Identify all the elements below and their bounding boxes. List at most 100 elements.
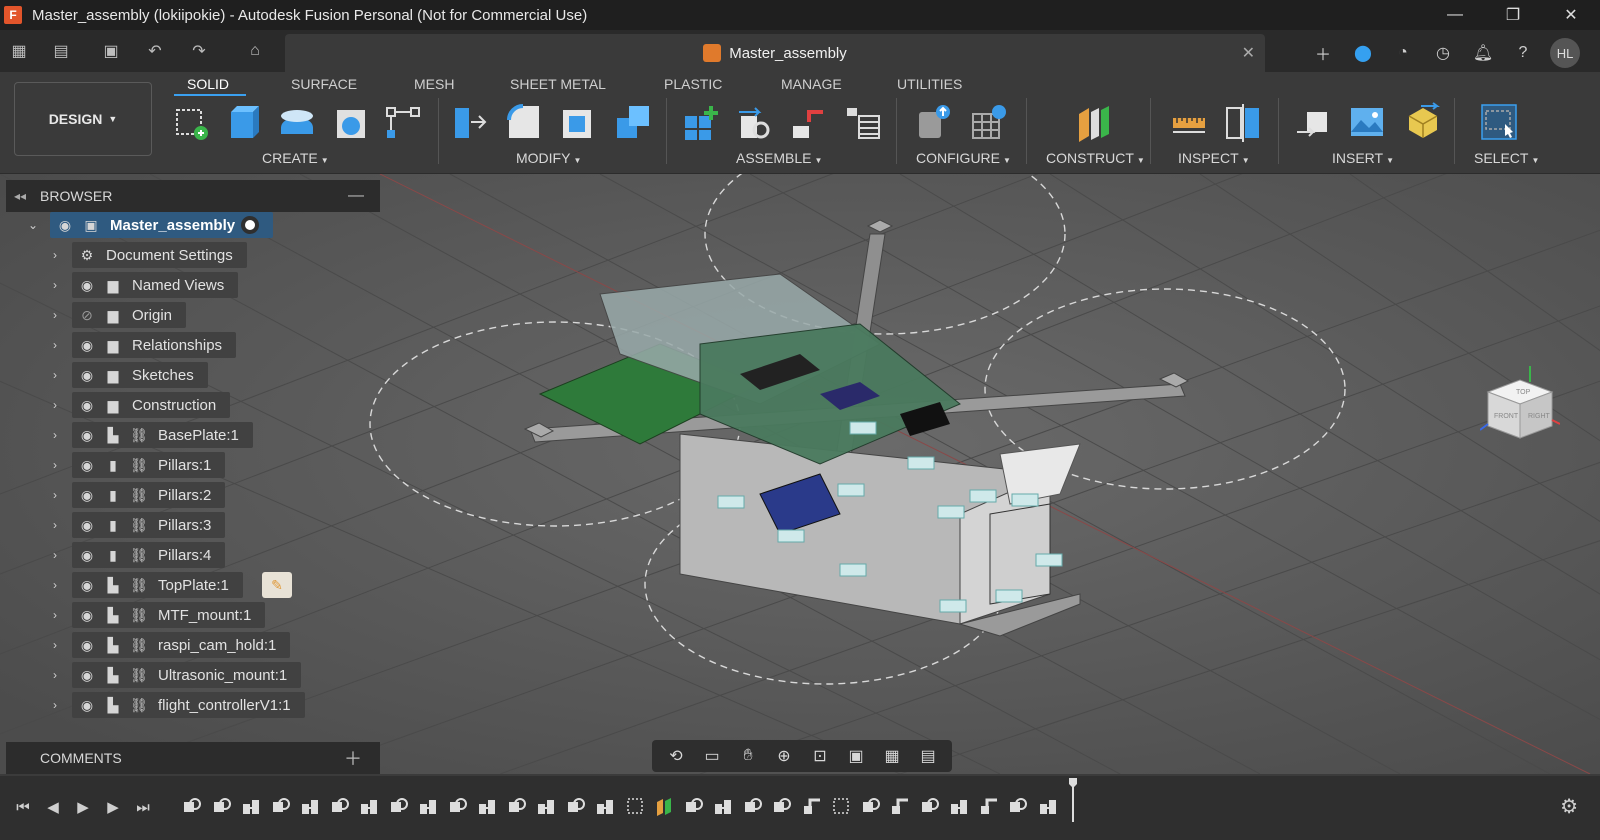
combine-tool[interactable] xyxy=(612,102,654,142)
eye-icon[interactable]: ◉ xyxy=(54,214,76,236)
timeline-feature-icon[interactable] xyxy=(239,794,263,818)
new-component-tool[interactable] xyxy=(680,102,722,142)
insert-mesh-tool[interactable] xyxy=(1402,102,1444,142)
notifications-icon[interactable]: 🔔︎ xyxy=(1470,40,1496,66)
comments-panel[interactable]: COMMENTS ＋ xyxy=(6,742,380,774)
step-forward-icon[interactable]: ▶︎ xyxy=(100,794,126,820)
timeline-feature-icon[interactable] xyxy=(446,794,470,818)
browser-item-pill[interactable]: ◉ ▆ Relationships xyxy=(72,332,237,358)
grid-settings-icon[interactable]: ▦ xyxy=(877,746,907,766)
home-icon[interactable]: ⌂ xyxy=(242,38,268,64)
configuration-table-tool[interactable] xyxy=(968,102,1010,142)
extensions-icon[interactable]: ⬤ xyxy=(1350,40,1376,66)
extrude-tool[interactable] xyxy=(222,102,264,142)
chevron-right-icon[interactable]: › xyxy=(48,398,62,412)
browser-item-pill[interactable]: ◉ ▆ Named Views xyxy=(72,272,239,298)
modify-menu[interactable]: MODIFY ▼ xyxy=(516,150,581,166)
minimize-panel-icon[interactable]: — xyxy=(348,187,364,205)
timeline-feature-icon[interactable] xyxy=(947,794,971,818)
chevron-right-icon[interactable]: › xyxy=(48,578,62,592)
document-tab[interactable]: Master_assembly ✕ xyxy=(285,34,1265,72)
insert-derive-tool[interactable] xyxy=(1292,102,1334,142)
step-back-icon[interactable]: ◀ xyxy=(40,794,66,820)
go-to-start-icon[interactable]: ⏮ xyxy=(10,794,36,820)
tab-plastic[interactable]: PLASTIC xyxy=(664,72,722,96)
eye-icon[interactable]: ◉ xyxy=(76,334,98,356)
timeline-feature-icon[interactable] xyxy=(741,794,765,818)
browser-item-pill[interactable]: ◉ ▙ ⛓︎ BasePlate:1 xyxy=(72,422,253,448)
eye-icon[interactable]: ◉ xyxy=(76,514,98,536)
timeline-feature-icon[interactable] xyxy=(180,794,204,818)
timeline-feature-icon[interactable] xyxy=(357,794,381,818)
eye-icon[interactable]: ◉ xyxy=(76,574,98,596)
timeline-feature-icon[interactable] xyxy=(918,794,942,818)
section-analysis-tool[interactable] xyxy=(1222,102,1264,142)
measure-tool[interactable] xyxy=(1168,102,1210,142)
viewports-icon[interactable]: ▤ xyxy=(913,746,943,766)
job-status-icon[interactable]: ◷ xyxy=(1430,40,1456,66)
chevron-right-icon[interactable]: › xyxy=(48,248,62,262)
bill-of-materials-tool[interactable] xyxy=(842,102,884,142)
revolve-tool[interactable] xyxy=(276,102,318,142)
chevron-right-icon[interactable]: › xyxy=(48,608,62,622)
timeline-feature-icon[interactable] xyxy=(800,794,824,818)
browser-item-pill[interactable]: ◉ ▙ ⛓︎ raspi_cam_hold:1 xyxy=(72,632,291,658)
chevron-right-icon[interactable]: › xyxy=(48,668,62,682)
timeline-feature-icon[interactable] xyxy=(770,794,794,818)
timeline-settings-icon[interactable]: ⚙ xyxy=(1560,794,1578,819)
new-tab-icon[interactable]: ＋ xyxy=(1310,40,1336,66)
create-menu[interactable]: CREATE ▼ xyxy=(262,150,329,166)
activate-icon[interactable] xyxy=(241,216,260,234)
insert-menu[interactable]: INSERT ▼ xyxy=(1332,150,1394,166)
select-tool[interactable] xyxy=(1478,102,1520,142)
eye-icon[interactable]: ◉ xyxy=(76,454,98,476)
joint-tool[interactable] xyxy=(734,102,776,142)
hole-tool[interactable] xyxy=(330,102,372,142)
create-sketch-tool[interactable] xyxy=(170,102,212,142)
timeline-marker[interactable] xyxy=(1069,778,1077,822)
chevron-down-icon[interactable]: ⌄ xyxy=(26,218,40,232)
timeline-feature-icon[interactable] xyxy=(210,794,234,818)
tab-mesh[interactable]: MESH xyxy=(414,72,454,96)
redo-icon[interactable]: ↷ xyxy=(186,38,212,64)
timeline-feature-icon[interactable] xyxy=(652,794,676,818)
zoom-icon[interactable]: ⊕ xyxy=(769,746,799,766)
display-settings-icon[interactable]: ▣ xyxy=(841,746,871,766)
shell-tool[interactable] xyxy=(556,102,598,142)
workspace-switcher[interactable]: DESIGN ▼ xyxy=(14,82,152,156)
timeline-feature-icon[interactable] xyxy=(682,794,706,818)
browser-item-pill[interactable]: ◉ ▙ ⛓︎ flight_controllerV1:1 xyxy=(72,692,305,718)
timeline-feature-icon[interactable] xyxy=(1036,794,1060,818)
chevron-right-icon[interactable]: › xyxy=(48,488,62,502)
pan-icon[interactable]: ✋︎ xyxy=(733,747,763,765)
eye-icon[interactable]: ◉ xyxy=(76,694,98,716)
eye-hidden-icon[interactable]: ⊘ xyxy=(76,304,98,326)
tab-utilities[interactable]: UTILITIES xyxy=(897,72,962,96)
chevron-right-icon[interactable]: › xyxy=(48,278,62,292)
timeline-feature-icon[interactable] xyxy=(475,794,499,818)
user-avatar[interactable]: HL xyxy=(1550,38,1580,68)
timeline-feature-icon[interactable] xyxy=(829,794,853,818)
tab-manage[interactable]: MANAGE xyxy=(781,72,842,96)
close-button[interactable]: ✕ xyxy=(1542,0,1600,30)
chevron-right-icon[interactable]: › xyxy=(48,548,62,562)
tab-surface[interactable]: SURFACE xyxy=(291,72,357,96)
browser-item-pill[interactable]: ◉ ▮ ⛓︎ Pillars:4 xyxy=(72,542,226,568)
eye-icon[interactable]: ◉ xyxy=(76,634,98,656)
timeline-feature-icon[interactable] xyxy=(298,794,322,818)
assemble-menu[interactable]: ASSEMBLE ▼ xyxy=(736,150,822,166)
eye-icon[interactable]: ◉ xyxy=(76,484,98,506)
app-grid-icon[interactable]: ▦ xyxy=(6,38,32,64)
look-at-icon[interactable]: ▭ xyxy=(697,746,727,766)
browser-item-pill[interactable]: ◉ ▙ ⛓︎ Ultrasonic_mount:1 xyxy=(72,662,302,688)
browser-item-pill[interactable]: ◉ ▆ Sketches xyxy=(72,362,208,388)
browser-item-pill[interactable]: ◉ ▮ ⛓︎ Pillars:1 xyxy=(72,452,226,478)
eye-icon[interactable]: ◉ xyxy=(76,664,98,686)
edit-in-place-icon[interactable]: ✎ xyxy=(262,572,292,598)
restore-button[interactable]: ❐ xyxy=(1484,0,1542,30)
timeline-feature-icon[interactable] xyxy=(328,794,352,818)
timeline-feature-icon[interactable] xyxy=(1006,794,1030,818)
timeline-feature-icon[interactable] xyxy=(859,794,883,818)
timeline-feature-icon[interactable] xyxy=(623,794,647,818)
browser-item-pill[interactable]: ◉ ▆ Construction xyxy=(72,392,231,418)
